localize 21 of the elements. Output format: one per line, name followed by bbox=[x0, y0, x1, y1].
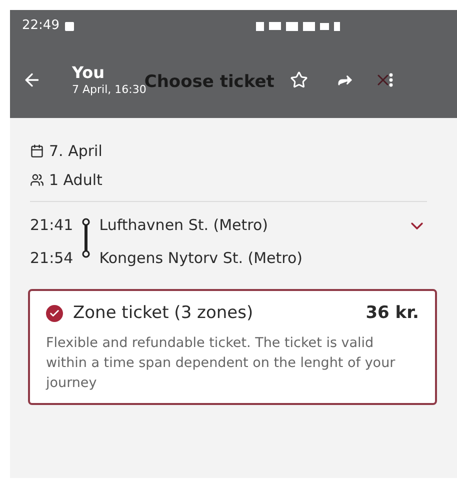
ticket-description: Flexible and refundable ticket. The ticket is valid within a time span dependent on the lenght of your journey bbox=[46, 334, 396, 392]
departure-time: 21:41 bbox=[30, 215, 74, 236]
station-name: Kongens Nytorv St. (Metro) bbox=[99, 248, 304, 268]
favorite-button[interactable] bbox=[290, 71, 308, 89]
page-title: Choose ticket bbox=[144, 71, 274, 92]
route-line-drawing bbox=[81, 218, 92, 258]
check-icon bbox=[46, 305, 63, 322]
ticket-price: 36 kr. bbox=[366, 302, 419, 325]
toolbar-title: You bbox=[72, 63, 106, 84]
star-icon bbox=[290, 71, 308, 89]
menu-icon bbox=[389, 73, 394, 87]
trip-date: 7. April bbox=[49, 141, 102, 162]
ticket-card[interactable]: Zone ticket (3 zones) 36 kr. Flexible and refundable ticket. The ticket is valid within a time span dependent on the lenght of your journey bbox=[28, 289, 437, 404]
toolbar-subtitle: 7 April, 16:30 bbox=[72, 83, 146, 97]
status-time: 22:49 bbox=[22, 17, 60, 36]
passenger-count: 1 Adult bbox=[49, 170, 102, 190]
ticket-name: Zone ticket (3 zones) bbox=[73, 302, 254, 325]
station-name: Lufthavnen St. (Metro) bbox=[99, 215, 270, 236]
people-icon bbox=[30, 172, 44, 187]
calendar-icon bbox=[30, 144, 44, 158]
departure-time: 21:54 bbox=[30, 248, 74, 268]
